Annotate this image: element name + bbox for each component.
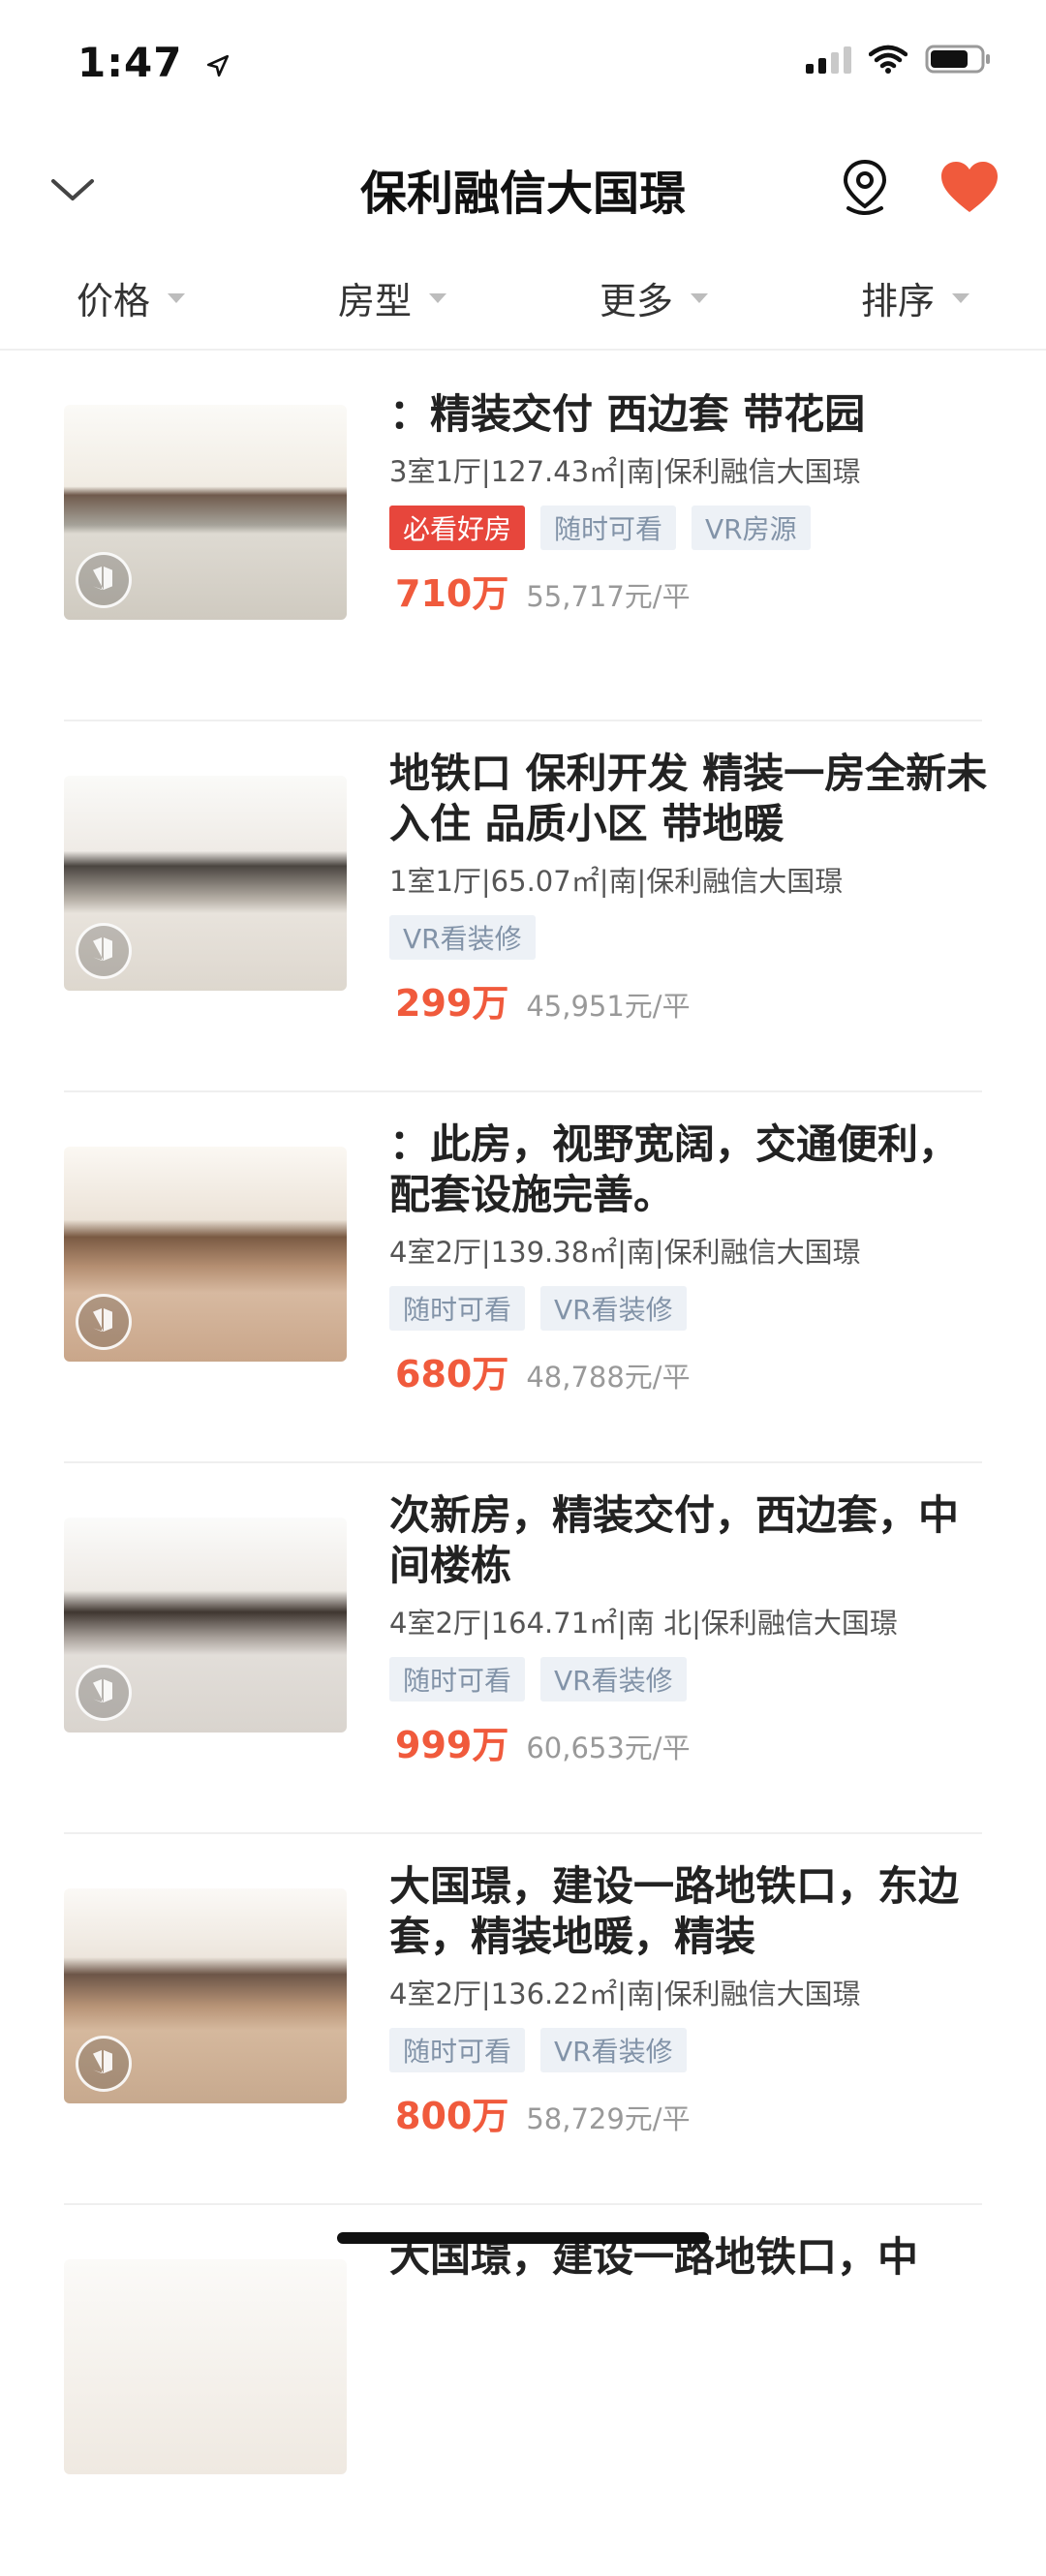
status-right: [806, 44, 993, 75]
tag-badge: 随时可看: [540, 506, 677, 550]
listing-meta: 3室1厅|127.43㎡|南|保利融信大国璟: [389, 455, 861, 488]
listing-item[interactable]: ：精装交付 西边套 带花园 3室1厅|127.43㎡|南|保利融信大国璟 必看好…: [0, 351, 1046, 721]
page-title: 保利融信大国璟: [359, 167, 686, 221]
wifi-icon: [869, 45, 908, 74]
vr-icon: [76, 1665, 132, 1721]
listing-thumbnail[interactable]: [64, 405, 347, 620]
listing-thumbnail[interactable]: [64, 1147, 347, 1362]
total-price: 800万: [395, 2095, 509, 2137]
listing-meta: 1室1厅|65.07㎡|南|保利融信大国璟: [389, 865, 844, 898]
filter-price[interactable]: 价格: [0, 247, 262, 349]
filter-layout[interactable]: 房型: [262, 247, 523, 349]
listing-title: ：此房，视野宽阔，交通便利，配套设施完善。: [389, 1120, 960, 1218]
unit-price: 55,717元/平: [526, 580, 691, 613]
dropdown-triangle-icon: [429, 292, 446, 303]
unit-price: 60,653元/平: [526, 1732, 691, 1764]
tag-badge: VR看装修: [389, 915, 536, 960]
battery-icon: [925, 45, 990, 74]
listing-tags: VR看装修: [389, 915, 988, 960]
listing-title: ：精装交付 西边套 带花园: [389, 390, 866, 438]
filter-bar: 价格 房型 更多 排序: [0, 247, 1046, 351]
tag-badge: VR看装修: [540, 1657, 687, 1702]
listing-item[interactable]: 大国璟，建设一路地铁口，东边套，精装地暖，精装 4室2厅|136.22㎡|南|保…: [0, 1834, 1046, 2205]
dropdown-triangle-icon: [168, 292, 185, 303]
vr-icon: [76, 1294, 132, 1350]
status-time: 1:47: [77, 39, 231, 86]
listing-meta: 4室2厅|164.71㎡|南 北|保利融信大国璟: [389, 1607, 898, 1640]
listing-title: 次新房，精装交付，西边套，中间楼栋: [389, 1491, 960, 1589]
heart-icon[interactable]: [939, 160, 1000, 214]
total-price: 999万: [395, 1724, 509, 1766]
signal-icon: [806, 45, 851, 74]
unit-price: 48,788元/平: [526, 1361, 691, 1394]
listing-thumbnail[interactable]: [64, 1518, 347, 1733]
price-line: 710万 55,717元/平: [389, 564, 988, 617]
total-price: 710万: [395, 572, 509, 615]
vr-icon: [76, 923, 132, 979]
listing-item[interactable]: 次新房，精装交付，西边套，中间楼栋 4室2厅|164.71㎡|南 北|保利融信大…: [0, 1463, 1046, 1834]
home-indicator[interactable]: [337, 2232, 709, 2244]
dropdown-triangle-icon: [691, 292, 708, 303]
status-bar: 1:47: [0, 0, 1046, 131]
filter-label: 更多: [599, 280, 673, 322]
filter-sort[interactable]: 排序: [784, 247, 1046, 349]
listing-thumbnail[interactable]: [64, 1888, 347, 2103]
price-line: 800万 58,729元/平: [389, 2086, 988, 2139]
listing-item[interactable]: 大国璟，建设一路地铁口，中: [0, 2205, 1046, 2576]
total-price: 680万: [395, 1353, 509, 1395]
listing-title: 地铁口 保利开发 精装一房全新未入住 品质小区 带地暖: [389, 750, 988, 847]
listing-tags: 随时可看 VR看装修: [389, 1286, 988, 1331]
map-pin-icon[interactable]: [841, 158, 889, 218]
listing-tags: 随时可看 VR看装修: [389, 1657, 988, 1702]
tag-badge: VR看装修: [540, 2028, 687, 2072]
listing-meta: 4室2厅|136.22㎡|南|保利融信大国璟: [389, 1978, 861, 2010]
location-arrow-icon: [207, 54, 230, 77]
price-line: 680万 48,788元/平: [389, 1344, 988, 1397]
listing-thumbnail[interactable]: [64, 2259, 347, 2474]
filter-label: 价格: [76, 280, 150, 322]
filter-label: 排序: [860, 280, 935, 322]
nav-bar: 保利融信大国璟: [0, 131, 1046, 247]
filter-more[interactable]: 更多: [523, 247, 784, 349]
status-time-text: 1:47: [77, 39, 183, 86]
tag-badge: VR看装修: [540, 1286, 687, 1331]
tag-badge: 随时可看: [389, 1657, 526, 1702]
listing-item[interactable]: ：此房，视野宽阔，交通便利，配套设施完善。 4室2厅|139.38㎡|南|保利融…: [0, 1092, 1046, 1463]
vr-icon: [76, 2036, 132, 2092]
unit-price: 58,729元/平: [526, 2102, 691, 2135]
listing-tags: 必看好房 随时可看 VR房源: [389, 506, 988, 550]
listing-tags: 随时可看 VR看装修: [389, 2028, 988, 2072]
tag-badge: VR房源: [692, 506, 811, 550]
price-line: 299万 45,951元/平: [389, 973, 988, 1027]
listing-title: 大国璟，建设一路地铁口，东边套，精装地暖，精装: [389, 1862, 960, 1960]
unit-price: 45,951元/平: [526, 990, 691, 1023]
vr-icon: [76, 552, 132, 608]
total-price: 299万: [395, 982, 509, 1025]
listing-item[interactable]: 地铁口 保利开发 精装一房全新未入住 品质小区 带地暖 1室1厅|65.07㎡|…: [0, 721, 1046, 1092]
price-line: 999万 60,653元/平: [389, 1715, 988, 1768]
filter-label: 房型: [337, 280, 412, 322]
tag-badge: 随时可看: [389, 1286, 526, 1331]
tag-badge: 随时可看: [389, 2028, 526, 2072]
listing-thumbnail[interactable]: [64, 776, 347, 991]
tag-badge: 必看好房: [389, 506, 526, 550]
listing-meta: 4室2厅|139.38㎡|南|保利融信大国璟: [389, 1236, 861, 1269]
dropdown-triangle-icon: [952, 292, 969, 303]
